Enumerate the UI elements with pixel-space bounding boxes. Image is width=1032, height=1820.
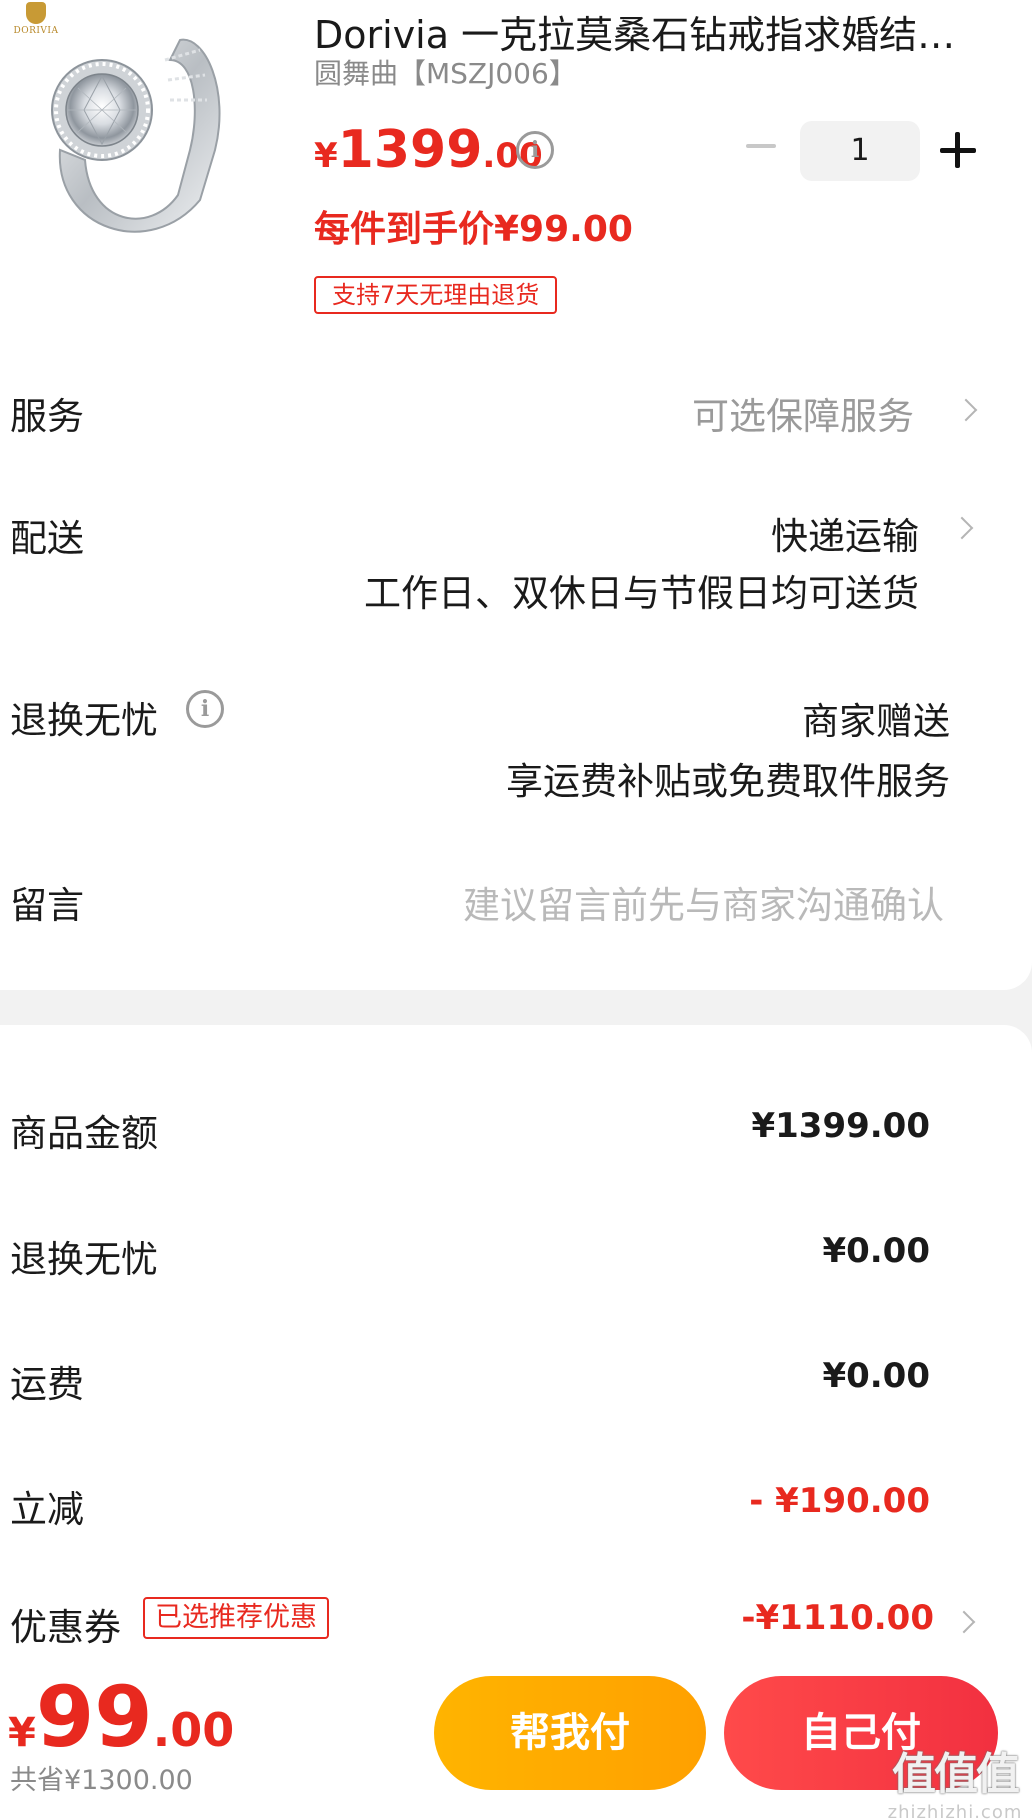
total-integer: 99 — [35, 1668, 153, 1766]
discount-value: - ¥190.00 — [749, 1481, 930, 1521]
quantity-increase-button[interactable] — [940, 132, 976, 168]
delivery-chevron-icon[interactable] — [954, 514, 974, 544]
goods-amount-value: ¥1399.00 — [751, 1106, 930, 1146]
service-chevron-icon[interactable] — [958, 396, 978, 426]
order-card: DORIVIA Dorivia 一克拉莫桑石钻戒指求婚结… 圆舞曲【MSZJ00… — [0, 0, 1032, 990]
ring-icon — [51, 38, 221, 233]
returns-fee-label: 退换无忧 — [10, 1238, 158, 1281]
goods-amount-label: 商品金额 — [10, 1112, 158, 1155]
help-me-pay-button[interactable]: 帮我付 — [434, 1676, 706, 1790]
product-title[interactable]: Dorivia 一克拉莫桑石钻戒指求婚结… — [314, 4, 974, 59]
price-integer: 1399 — [337, 120, 483, 180]
watermark: 值值值 zhizhizhi.com — [880, 1738, 1030, 1820]
coupon-value[interactable]: -¥1110.00 — [741, 1598, 934, 1638]
returns-fee-value: ¥0.00 — [822, 1231, 930, 1271]
shipping-value: ¥0.00 — [822, 1356, 930, 1396]
message-input[interactable]: 建议留言前先与商家沟通确认 — [463, 875, 944, 929]
product-image[interactable]: DORIVIA — [0, 0, 245, 260]
unit-final-price: 每件到手价¥99.00 — [314, 209, 633, 250]
quantity-decrease-button[interactable] — [742, 128, 780, 166]
shipping-label: 运费 — [10, 1363, 84, 1406]
service-label: 服务 — [10, 395, 84, 438]
service-value[interactable]: 可选保障服务 — [692, 386, 914, 440]
total-saved: 共省¥1300.00 — [10, 1765, 193, 1796]
product-sku: 圆舞曲【MSZJ006】 — [314, 57, 577, 90]
return-policy-badge: 支持7天无理由退货 — [314, 276, 558, 314]
coupon-label: 优惠券 — [10, 1606, 121, 1649]
coupon-chevron-icon[interactable] — [956, 1608, 976, 1638]
watermark-site: zhizhizhi.com — [887, 1802, 1023, 1820]
delivery-value[interactable]: 快递运输 — [771, 506, 919, 560]
delivery-note: 工作日、双休日与节假日均可送货 — [364, 572, 919, 615]
coupon-badge[interactable]: 已选推荐优惠 — [143, 1597, 329, 1639]
quantity-value[interactable]: 1 — [800, 121, 920, 181]
product-price: ¥1399.00 — [314, 120, 543, 180]
returns-note: 享运费补贴或免费取件服务 — [506, 760, 950, 803]
total-price: ¥99.00 — [8, 1668, 234, 1766]
price-info-icon[interactable]: i — [516, 131, 554, 169]
total-decimal: .00 — [152, 1703, 235, 1757]
watermark-text: 值值值 — [892, 1749, 1020, 1800]
delivery-label: 配送 — [10, 517, 84, 560]
returns-info-icon[interactable]: i — [186, 690, 224, 728]
discount-label: 立减 — [10, 1488, 84, 1531]
message-label: 留言 — [10, 884, 84, 927]
returns-value: 商家赠送 — [802, 700, 950, 743]
returns-label: 退换无忧 — [10, 699, 158, 742]
price-currency: ¥ — [314, 136, 338, 176]
total-currency: ¥ — [8, 1710, 36, 1756]
